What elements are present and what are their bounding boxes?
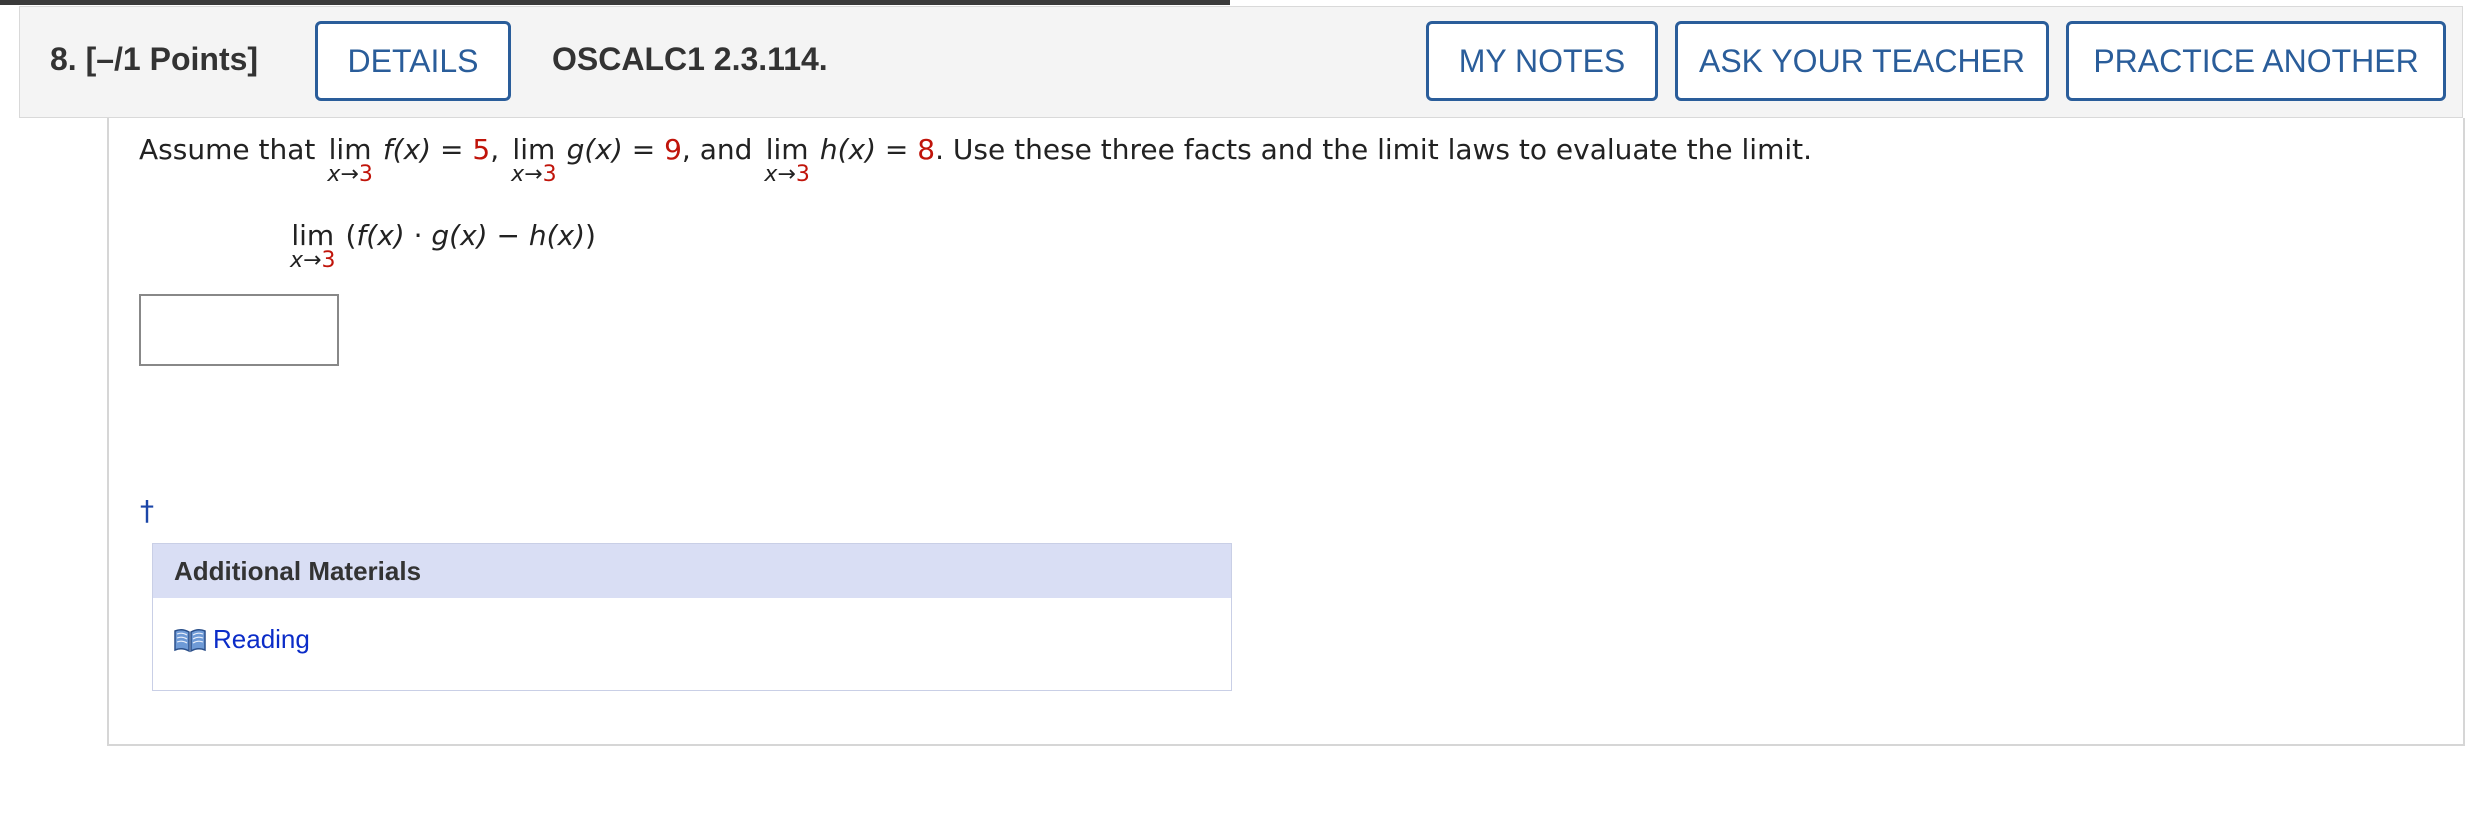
- sub-value: 3: [358, 162, 373, 187]
- f-limit-value: 5: [472, 133, 491, 166]
- footnote-dagger: †: [140, 494, 154, 527]
- target-g: g(x): [431, 219, 488, 252]
- dot-operator: ·: [404, 219, 432, 252]
- minus-operator: −: [487, 219, 529, 252]
- details-button[interactable]: DETAILS: [315, 21, 511, 101]
- equals-sign: =: [631, 133, 656, 166]
- my-notes-button[interactable]: MY NOTES: [1426, 21, 1658, 101]
- sub-arrow: →: [303, 248, 322, 273]
- target-h: h(x): [528, 219, 586, 252]
- additional-materials-heading: Additional Materials: [153, 544, 1231, 598]
- sub-value: 3: [542, 162, 557, 187]
- reading-link[interactable]: Reading: [173, 624, 310, 655]
- g-expression: g(x): [566, 133, 623, 166]
- f-expression: f(x): [382, 133, 432, 166]
- question-points-label: 8. [–/1 Points]: [50, 41, 259, 77]
- problem-tail: . Use these three facts and the limit la…: [935, 133, 1812, 166]
- target-f: f(x): [356, 219, 405, 252]
- assignment-code: OSCALC1 2.3.114.: [552, 41, 828, 77]
- g-limit-value: 9: [664, 133, 682, 166]
- limit-subscript: x→3: [764, 164, 809, 186]
- sub-var: x: [511, 162, 525, 187]
- ask-your-teacher-button[interactable]: ASK YOUR TEACHER: [1675, 21, 2049, 101]
- limit-subscript: x→3: [327, 164, 372, 186]
- sub-value: 3: [321, 248, 336, 273]
- limit-target: lim x→3: [290, 218, 335, 272]
- sub-arrow: →: [340, 162, 359, 187]
- limit-subscript: x→3: [511, 164, 556, 186]
- comma: ,: [490, 133, 500, 166]
- answer-input[interactable]: [139, 294, 339, 366]
- target-limit-expression: lim x→3 ( f(x) · g(x) − h(x) ): [290, 218, 596, 272]
- additional-materials-panel: Additional Materials Reading: [152, 543, 1232, 691]
- equals-sign: =: [440, 133, 464, 166]
- h-limit-value: 8: [917, 133, 936, 166]
- sub-var: x: [327, 162, 341, 187]
- sub-arrow: →: [524, 162, 543, 187]
- limit-g: lim x→3: [511, 132, 556, 186]
- sub-var: x: [290, 248, 304, 273]
- reading-link-label: Reading: [213, 624, 310, 654]
- open-paren: (: [345, 219, 357, 252]
- h-expression: h(x): [819, 133, 877, 166]
- book-icon: [173, 627, 207, 653]
- sub-arrow: →: [777, 162, 796, 187]
- problem-statement: Assume that lim x→3 f(x) = 5 , lim x→3 g…: [139, 132, 1812, 186]
- problem-intro: Assume that: [139, 133, 316, 166]
- equals-sign: =: [884, 133, 909, 166]
- close-paren: ): [585, 219, 596, 252]
- limit-subscript: x→3: [290, 250, 335, 272]
- limit-f: lim x→3: [327, 132, 372, 186]
- top-border-strip: [0, 0, 1230, 5]
- sub-var: x: [764, 162, 778, 187]
- sub-value: 3: [795, 162, 810, 187]
- practice-another-button[interactable]: PRACTICE ANOTHER: [2066, 21, 2446, 101]
- limit-h: lim x→3: [764, 132, 809, 186]
- and-text: , and: [681, 133, 753, 166]
